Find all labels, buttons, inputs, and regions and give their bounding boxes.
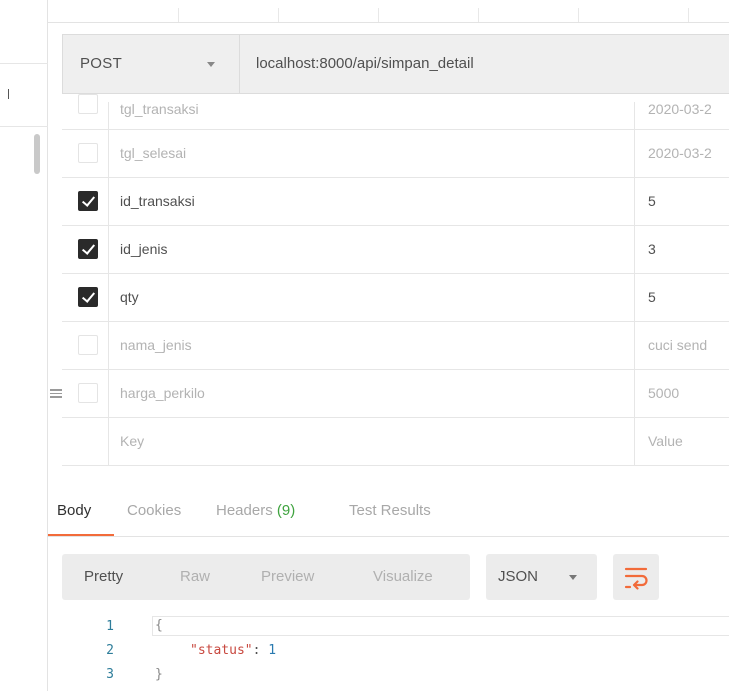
param-checkbox[interactable] [78, 383, 98, 403]
format-toggle-group: Pretty Raw Preview Visualize [62, 554, 470, 600]
wrap-lines-icon [624, 567, 648, 590]
param-key[interactable]: qty [120, 289, 139, 305]
checkbox-cell [62, 274, 109, 321]
headers-count-badge: (9) [276, 502, 296, 519]
param-value[interactable]: 2020-03-2 [648, 145, 712, 161]
top-table-strip [48, 0, 729, 23]
param-row: nama_jenis cuci send [62, 322, 729, 370]
format-preview[interactable]: Preview [261, 568, 314, 585]
json-open-brace: { [155, 618, 163, 633]
param-key[interactable]: tgl_selesai [120, 145, 186, 161]
left-divider [47, 0, 48, 691]
checkbox-cell [62, 94, 109, 129]
param-row: id_transaksi 5 [62, 178, 729, 226]
param-value[interactable]: 3 [648, 241, 656, 257]
checkbox-cell [62, 130, 109, 177]
method-select[interactable]: POST [63, 35, 240, 93]
param-key[interactable]: id_jenis [120, 241, 167, 257]
param-checkbox[interactable] [78, 143, 98, 163]
param-checkbox[interactable] [78, 94, 98, 114]
value-cell: Value [634, 418, 729, 465]
new-value-input[interactable]: Value [648, 433, 683, 449]
param-value[interactable]: cuci send [648, 337, 707, 353]
tab-cookies[interactable]: Cookies [127, 502, 181, 519]
json-value: 1 [268, 643, 277, 658]
tab-body[interactable]: Body [57, 502, 91, 519]
scrollbar-thumb[interactable] [34, 134, 40, 174]
response-divider [48, 536, 729, 537]
request-bar: POST localhost:8000/api/simpan_detail [62, 34, 729, 94]
checkbox-cell [62, 370, 109, 417]
value-cell: 2020-03-2 [634, 102, 729, 129]
left-gutter [0, 0, 48, 691]
column-divider [278, 8, 279, 22]
column-divider [378, 8, 379, 22]
checkbox-cell [62, 418, 109, 465]
chevron-down-icon [569, 575, 577, 580]
url-input[interactable]: localhost:8000/api/simpan_detail [256, 55, 474, 72]
column-divider [578, 8, 579, 22]
param-checkbox-checked[interactable] [78, 239, 98, 259]
params-table: tgl_transaksi 2020-03-2 tgl_selesai 2020… [50, 94, 729, 466]
json-key: "status" [190, 643, 253, 658]
param-value[interactable]: 5 [648, 289, 656, 305]
tab-headers-label: Headers [216, 502, 273, 519]
param-value[interactable]: 2020-03-2 [648, 102, 712, 117]
active-line-highlight [152, 616, 729, 636]
param-key[interactable]: nama_jenis [120, 337, 192, 353]
drag-handle-icon[interactable] [50, 389, 62, 398]
format-pretty[interactable]: Pretty [84, 568, 123, 585]
json-line: "status": 1 [190, 643, 276, 658]
tab-headers[interactable]: Headers (9) [216, 502, 295, 519]
param-key[interactable]: id_transaksi [120, 193, 195, 209]
value-cell: 5 [634, 178, 729, 225]
line-number: 1 [106, 619, 114, 634]
column-divider [478, 8, 479, 22]
new-key-input[interactable]: Key [120, 433, 144, 449]
param-row: tgl_transaksi 2020-03-2 [62, 94, 729, 130]
param-row: harga_perkilo 5000 [50, 370, 729, 418]
language-label: JSON [498, 568, 539, 585]
format-raw[interactable]: Raw [180, 568, 210, 585]
param-key[interactable]: harga_perkilo [120, 385, 205, 401]
value-cell: 2020-03-2 [634, 130, 729, 177]
value-cell: 5000 [634, 370, 729, 417]
column-divider [688, 8, 689, 22]
new-param-row: Key Value [62, 418, 729, 466]
param-value[interactable]: 5 [648, 193, 656, 209]
left-gutter-line [0, 63, 48, 64]
param-checkbox-checked[interactable] [78, 191, 98, 211]
value-cell: cuci send [634, 322, 729, 369]
param-row: id_jenis 3 [62, 226, 729, 274]
chevron-down-icon [207, 62, 215, 67]
line-number: 2 [106, 643, 114, 658]
column-divider [178, 8, 179, 22]
format-visualize[interactable]: Visualize [373, 568, 433, 585]
left-gutter-tick [8, 89, 9, 99]
line-number: 3 [106, 667, 114, 682]
response-body-viewer: 1 2 3 { "status": 1 } [62, 612, 729, 691]
param-checkbox-checked[interactable] [78, 287, 98, 307]
checkbox-cell [62, 226, 109, 273]
checkbox-cell [62, 322, 109, 369]
param-row: tgl_selesai 2020-03-2 [62, 130, 729, 178]
wrap-lines-button[interactable] [613, 554, 659, 600]
value-cell: 3 [634, 226, 729, 273]
json-close-brace: } [155, 667, 163, 682]
language-select[interactable]: JSON [486, 554, 597, 600]
checkbox-cell [62, 178, 109, 225]
value-cell: 5 [634, 274, 729, 321]
tab-test-results[interactable]: Test Results [349, 502, 431, 519]
param-value[interactable]: 5000 [648, 385, 679, 401]
param-key[interactable]: tgl_transaksi [120, 101, 199, 117]
param-row: qty 5 [62, 274, 729, 322]
param-checkbox[interactable] [78, 335, 98, 355]
left-gutter-line [0, 126, 48, 127]
json-colon: : [252, 643, 269, 658]
response-tabs: Body Cookies Headers (9) Test Results [48, 492, 729, 538]
method-label: POST [80, 55, 123, 72]
